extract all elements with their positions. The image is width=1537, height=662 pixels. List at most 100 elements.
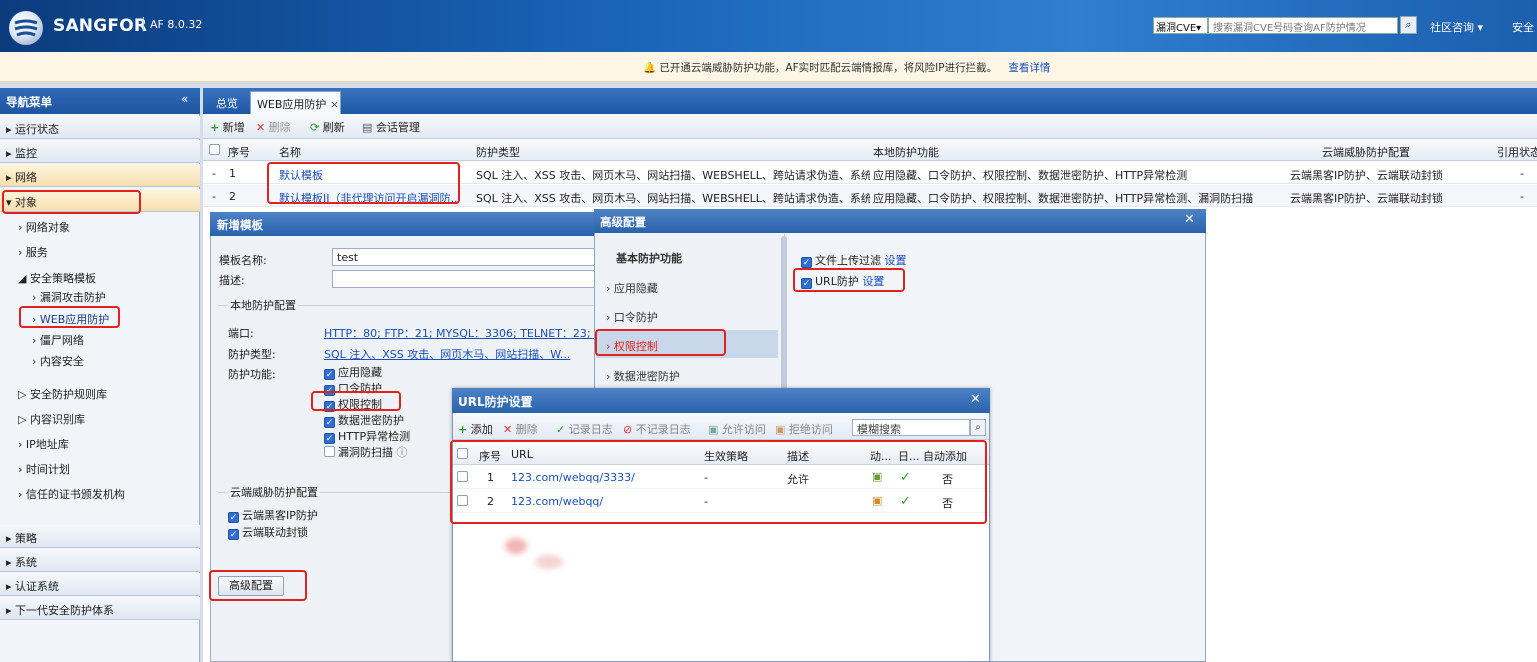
nav-item-vuln-protect[interactable]: › 漏洞攻击防护 — [32, 289, 106, 305]
cve-select[interactable]: 漏洞CVE▾ — [1153, 17, 1208, 34]
search-icon[interactable]: ⌕ — [1400, 16, 1417, 34]
add-button[interactable]: + 新增 — [210, 119, 245, 135]
highlight-box — [595, 329, 726, 356]
collapse-icon[interactable]: « — [181, 92, 188, 106]
port-link[interactable]: HTTP：80; FTP：21; MYSQL：3306; TELNET：23; … — [324, 325, 605, 341]
nav-item-schedule[interactable]: › 时间计划 — [18, 461, 70, 477]
select-all-checkbox[interactable] — [209, 144, 223, 157]
highlight-box — [793, 268, 905, 292]
forbid-icon: ⊘ — [623, 423, 633, 436]
delete-icon: ✕ — [503, 423, 513, 436]
highlight-box — [209, 570, 307, 601]
row-expand[interactable]: - — [212, 190, 216, 203]
row-ref: - — [1520, 167, 1524, 180]
file-upload-check[interactable]: ✓ 文件上传过滤 设置 — [801, 252, 907, 268]
nav-item-policy-template[interactable]: ◢ 安全策略模板 — [18, 270, 96, 286]
col-name: 名称 — [279, 146, 301, 159]
session-icon: ▤ — [362, 121, 373, 134]
community-menu[interactable]: 社区咨询 ▾ — [1430, 19, 1483, 35]
desc-label: 描述: — [219, 274, 245, 287]
delete-icon: ✕ — [256, 121, 266, 134]
func-check-scan[interactable]: 漏洞防扫描 ⓘ — [324, 444, 408, 460]
nav-item-content-id[interactable]: ▷ 内容识别库 — [18, 411, 85, 427]
url-add-button[interactable]: + 添加 — [458, 421, 493, 437]
logo-stripes-icon — [14, 19, 38, 37]
nolog-button[interactable]: ⊘ 不记录日志 — [623, 421, 691, 437]
highlight-box — [267, 162, 460, 204]
dialog-title: URL防护设置 — [452, 388, 990, 413]
refresh-button[interactable]: ⟳ 刷新 — [310, 119, 345, 135]
delete-button[interactable]: ✕ 删除 — [256, 119, 291, 135]
cve-search-input[interactable]: 搜索漏洞CVE号码查询AF防护情况 — [1208, 17, 1398, 34]
security-menu[interactable]: 安全 — [1512, 19, 1534, 35]
col-no: 序号 — [228, 146, 250, 159]
tab-bar — [203, 88, 1537, 114]
description-input[interactable] — [332, 270, 596, 288]
close-icon[interactable]: × — [330, 98, 339, 111]
row-expand[interactable]: - — [212, 167, 216, 180]
nav-section-auth[interactable]: ▸ 认证系统 — [0, 573, 200, 596]
nav-item-network-object[interactable]: › 网络对象 — [18, 219, 70, 235]
row-type: SQL 注入、XSS 攻击、网页木马、网站扫描、WEBSHELL、跨站请求伪造、… — [476, 169, 870, 182]
dialog-title: 高级配置 — [594, 209, 1206, 233]
log-button[interactable]: ✓ 记录日志 — [556, 421, 613, 437]
nav-section-ngfw[interactable]: ▸ 下一代安全防护体系 — [0, 597, 200, 620]
blurred-mark — [535, 555, 563, 569]
template-name-input[interactable]: test — [332, 248, 596, 266]
close-icon[interactable]: ✕ — [1184, 212, 1195, 227]
local-group-title: 本地防护配置 — [228, 297, 298, 313]
highlight-box — [450, 440, 987, 524]
nav-item-rule-library[interactable]: ▷ 安全防护规则库 — [18, 386, 107, 402]
func-check-data-leak[interactable]: ✓ 数据泄密防护 — [324, 412, 404, 428]
row-no: 2 — [229, 190, 236, 203]
close-icon[interactable]: ✕ — [970, 392, 981, 407]
file-upload-setting-link[interactable]: 设置 — [885, 254, 907, 267]
func-label: 防护功能: — [228, 368, 276, 381]
nav-section-network[interactable]: ▸ 网络 — [0, 164, 200, 187]
tab-web-protect[interactable]: WEB应用防护 × — [250, 91, 341, 114]
basic-protect-heading: 基本防护功能 — [616, 252, 682, 265]
nav-section-monitor[interactable]: ▸ 监控 — [0, 140, 200, 163]
nav-item-content-security[interactable]: › 内容安全 — [32, 353, 84, 369]
type-label: 防护类型: — [228, 348, 276, 361]
deny-icon: ▣ — [775, 423, 786, 436]
nav-section-system[interactable]: ▸ 系统 — [0, 549, 200, 572]
plus-icon: + — [458, 423, 468, 436]
row-no: 1 — [229, 167, 236, 180]
row-type: SQL 注入、XSS 攻击、网页木马、网站扫描、WEBSHELL、跨站请求伪造、… — [476, 192, 870, 205]
row-cloud: 云端黑客IP防护、云端联动封锁 — [1290, 169, 1443, 182]
notice-content: 🔔 已开通云端威胁防护功能，AF实时匹配云端情报库，将风险IP进行拦截。 查看详… — [643, 60, 1050, 75]
type-link[interactable]: SQL 注入、XSS 攻击、网页木马、网站扫描、W... — [324, 346, 570, 362]
tab-overview[interactable]: 总览 — [210, 91, 244, 114]
brand-name: SANGFOR — [53, 16, 148, 36]
blurred-mark — [505, 538, 527, 554]
notice-link[interactable]: 查看详情 — [1008, 62, 1050, 74]
url-search-input[interactable]: 模糊搜索 — [852, 419, 970, 436]
deny-button[interactable]: ▣ 拒绝访问 — [775, 421, 833, 437]
adv-item-app-hide[interactable]: › 应用隐藏 — [596, 272, 778, 300]
nav-item-service[interactable]: › 服务 — [18, 244, 48, 260]
info-icon[interactable]: ⓘ — [397, 446, 408, 459]
highlight-box — [311, 391, 401, 411]
cloud-check-ip[interactable]: ✓ 云端黑客IP防护 — [228, 507, 318, 523]
allow-button[interactable]: ▣ 允许访问 — [708, 421, 766, 437]
refresh-icon: ⟳ — [310, 121, 320, 134]
scrollbar[interactable] — [781, 236, 787, 406]
func-check-app-hide[interactable]: ✓ 应用隐藏 — [324, 364, 382, 380]
brand-separator: | — [141, 16, 146, 32]
search-icon[interactable]: ⌕ — [970, 419, 986, 436]
nav-item-botnet[interactable]: › 僵尸网络 — [32, 332, 84, 348]
check-icon: ✓ — [556, 423, 566, 436]
url-delete-button[interactable]: ✕ 删除 — [503, 421, 538, 437]
adv-item-data-leak[interactable]: › 数据泄密防护 — [596, 360, 778, 388]
session-button[interactable]: ▤ 会话管理 — [362, 119, 420, 135]
nav-title: 导航菜单 — [0, 88, 200, 114]
highlight-box — [19, 306, 120, 328]
func-check-http[interactable]: ✓ HTTP异常检测 — [324, 428, 410, 444]
cloud-check-link[interactable]: ✓ 云端联动封锁 — [228, 524, 308, 540]
adv-item-password[interactable]: › 口令防护 — [596, 301, 778, 329]
nav-item-ip-library[interactable]: › IP地址库 — [18, 436, 69, 452]
nav-section-status[interactable]: ▸ 运行状态 — [0, 116, 200, 139]
nav-section-policy[interactable]: ▸ 策略 — [0, 525, 200, 548]
nav-item-trusted-ca[interactable]: › 信任的证书颁发机构 — [18, 486, 125, 502]
